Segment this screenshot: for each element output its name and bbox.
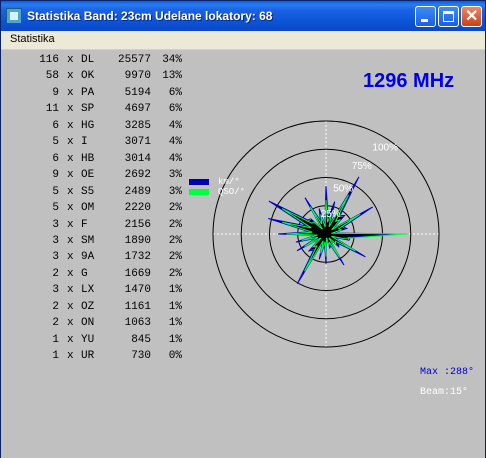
title-bar[interactable]: Statistika Band: 23cm Udelane lokatory: …: [1, 1, 485, 31]
polar-ring-label: 25%: [321, 209, 341, 220]
max-direction-text: Max :288°: [420, 367, 475, 378]
maximize-button[interactable]: [438, 6, 459, 27]
polar-chart: 25% 50% 75%100%: [212, 120, 440, 348]
legend-swatch-qso: [189, 189, 209, 195]
polar-distance-fill: [271, 180, 392, 281]
app-icon[interactable]: [6, 8, 22, 24]
statistics-window: Statistika Band: 23cm Udelane lokatory: …: [0, 0, 486, 458]
content-area: 116 x DL 25577 34% 58 x OK 9970 13% 9 x PA 5194 6% 11 x S…: [1, 50, 485, 458]
legend-label-qso: QSO/°: [218, 187, 246, 197]
close-icon: ✕: [465, 8, 479, 25]
menu-statistika[interactable]: Statistika: [10, 33, 55, 45]
menu-bar: Statistika: [1, 31, 485, 50]
legend-swatch-km: [189, 179, 209, 185]
legend-label-km: km/°: [218, 177, 240, 187]
polar-ring-label: 50%: [333, 184, 353, 195]
minimize-button[interactable]: [415, 6, 436, 27]
polar-ring-label: 100%: [372, 142, 398, 153]
frequency-label: 1296 MHz: [363, 70, 455, 92]
close-button[interactable]: ✕: [461, 6, 482, 27]
window-title: Statistika Band: 23cm Udelane lokatory: …: [27, 9, 273, 23]
polar-ring-label: 75%: [352, 161, 372, 172]
maximize-icon: [443, 11, 454, 22]
minimize-icon: [421, 19, 428, 22]
beam-width-text: Beam:15°: [420, 387, 469, 398]
